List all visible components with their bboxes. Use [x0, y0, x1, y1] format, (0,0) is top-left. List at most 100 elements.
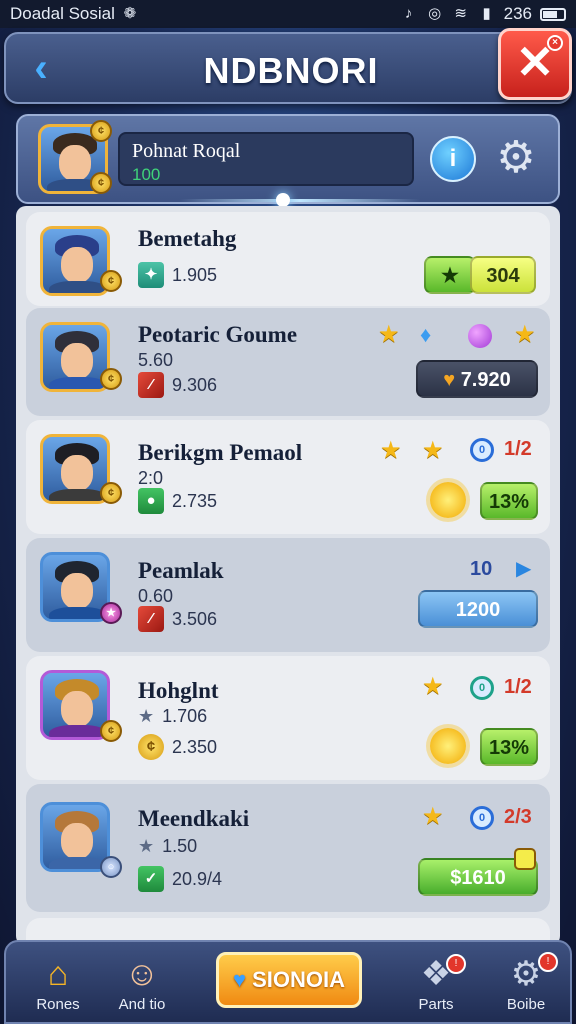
item-stat-line: ★ 1.706 — [138, 706, 207, 727]
ring-icon: 0 — [470, 806, 494, 830]
star-icon: ★ — [422, 437, 444, 464]
page-title: NDBNORI — [203, 50, 379, 91]
star-icon: ★ — [378, 321, 400, 348]
star-button[interactable]: ★ — [424, 256, 476, 294]
ring-icon: 0 — [470, 438, 494, 462]
notification-badge: ! — [538, 952, 558, 972]
avatar-icon: ☺ — [124, 955, 160, 993]
badge-icon: ○ — [100, 856, 122, 878]
star-icon: ★ — [138, 836, 155, 856]
item-stat: 20.9/4 — [172, 868, 223, 889]
item-stat-line: ⁄ 3.506 — [138, 606, 217, 632]
item-stat: 5.60 — [138, 350, 174, 370]
player-list[interactable]: ¢ Bemetahg ✦ 1.905 ★ 304 ¢ Peotaric Goum… — [16, 206, 560, 946]
list-item[interactable]: ★ Peamlak 0.60 ⁄ 3.506 10 ▶ 1200 — [26, 538, 550, 652]
item-ratio: 2/3 — [504, 806, 532, 828]
signal-icon: ▮ — [482, 5, 491, 22]
item-stat-line: ¢ 2.350 — [138, 734, 217, 760]
close-button[interactable]: ✕ × — [498, 28, 572, 100]
list-item[interactable]: ¢ Bemetahg ✦ 1.905 ★ 304 — [26, 212, 550, 306]
coin-icon: ¢ — [100, 482, 122, 504]
nav-center-button[interactable]: ♥ SIONOIA — [216, 952, 362, 1008]
notification-icon: ❁ — [123, 5, 137, 22]
star-icon: ★ — [514, 321, 536, 348]
status-time: 236 — [503, 4, 532, 23]
shield-icon: ✓ — [138, 866, 164, 892]
nav-settings[interactable]: ⚙ Boibe ! — [486, 952, 566, 1013]
coin-icon: ¢ — [90, 120, 112, 142]
item-stat-line: ✓ 20.9/4 — [138, 866, 222, 892]
heart-icon: ♥ — [233, 967, 247, 992]
close-badge: × — [547, 35, 563, 51]
gem-icon: ● — [138, 488, 164, 514]
item-ratio: 1/2 — [504, 676, 532, 698]
gem-icon: ♦ — [420, 322, 432, 347]
value-button[interactable]: 13% — [480, 728, 538, 766]
coin-icon — [514, 848, 536, 870]
item-stat: 1.50 — [162, 836, 198, 856]
item-stat-line: 2:0 — [138, 468, 163, 489]
player-name: Pohnat Roqal — [132, 140, 241, 162]
item-name: Peotaric Goume — [138, 322, 298, 347]
home-icon: ⌂ — [47, 955, 69, 993]
list-item[interactable]: ¢ Hohglnt ★ 1.706 ¢ 2.350 ★ 0 1/2 13% — [26, 656, 550, 780]
value-button[interactable]: ♥ 7.920 — [416, 360, 538, 398]
gear-icon: ⚙ — [496, 133, 536, 182]
item-name: Meendkaki — [138, 806, 250, 831]
avatar — [40, 802, 110, 872]
item-stat-line: ✦ 1.905 — [138, 262, 217, 288]
nav-pets[interactable]: ❖ Parts ! — [396, 952, 476, 1013]
chevron-left-icon: ‹ — [34, 46, 48, 90]
nav-home[interactable]: ⌂ Rones — [18, 952, 98, 1013]
item-stat-line: 0.60 — [138, 586, 173, 607]
info-button[interactable]: i — [430, 136, 476, 182]
leaf-icon: ✦ — [138, 262, 164, 288]
alarm-icon: ◎ — [428, 5, 442, 22]
sun-icon — [430, 482, 466, 518]
item-stat: 9.306 — [172, 374, 218, 395]
wifi-icon: ≋ — [454, 5, 467, 22]
settings-button[interactable]: ⚙ — [492, 134, 540, 182]
nav-pets-label: Parts — [418, 996, 454, 1013]
status-bar: Doadal Sosial ❁ ♪ ◎ ≋ ▮ 236 — [0, 0, 576, 28]
star-icon: ★ — [138, 706, 155, 726]
nav-settings-label: Boibe — [506, 996, 546, 1013]
list-item[interactable]: ¢ Berikgm Pemaol 2:0 ● 2.735 ★ ★ 0 1/2 1… — [26, 420, 550, 534]
item-stat: 0.60 — [138, 586, 174, 606]
ring-icon: 0 — [470, 676, 494, 700]
item-stat: 1.706 — [162, 706, 208, 726]
item-stat: 3.506 — [172, 608, 218, 629]
value-button[interactable]: 304 — [470, 256, 536, 294]
item-name: Peamlak — [138, 558, 224, 583]
battery-icon — [540, 7, 566, 21]
item-count: 10 — [470, 558, 493, 580]
item-stat-line: 5.60 — [138, 350, 173, 371]
mute-icon: ♪ — [404, 5, 413, 22]
item-stat: 2.735 — [172, 490, 218, 511]
item-stat-line: ★ 1.50 — [138, 836, 197, 857]
bottom-nav: ⌂ Rones ☺ And tio ♥ SIONOIA ❖ Parts ! ⚙ B… — [4, 940, 572, 1024]
list-item[interactable]: ○ Meendkaki ★ 1.50 ✓ 20.9/4 ★ 0 2/3 $161… — [26, 784, 550, 912]
value-button[interactable]: 13% — [480, 482, 538, 520]
nav-friends-label: And tio — [118, 996, 166, 1013]
status-app-name: Doadal Sosial — [10, 4, 115, 23]
star-icon: ★ — [380, 437, 402, 464]
coin-icon: ¢ — [90, 172, 112, 194]
back-button[interactable]: ‹ — [20, 48, 62, 90]
header-bar: ‹ NDBNORI ✕ × — [4, 28, 572, 104]
item-stat-line: ● 2.735 — [138, 488, 217, 514]
play-icon[interactable]: ▶ — [516, 556, 531, 581]
list-item[interactable]: ¢ Peotaric Goume 5.60 ⁄ 9.306 ★ ♦ ★ ♥ 7.… — [26, 308, 550, 416]
item-ratio: 1/2 — [504, 438, 532, 460]
coin-icon: ¢ — [100, 368, 122, 390]
heart-icon: ♥ — [443, 369, 456, 391]
nav-friends[interactable]: ☺ And tio — [102, 952, 182, 1013]
star-icon: ★ — [422, 673, 444, 700]
item-name: Berikgm Pemaol — [138, 440, 303, 465]
notification-badge: ! — [446, 954, 466, 974]
progress-track — [180, 199, 420, 202]
coin-icon: ¢ — [100, 270, 122, 292]
value-button[interactable]: 1200 — [418, 590, 538, 628]
sun-icon — [430, 728, 466, 764]
avatar — [40, 226, 110, 296]
